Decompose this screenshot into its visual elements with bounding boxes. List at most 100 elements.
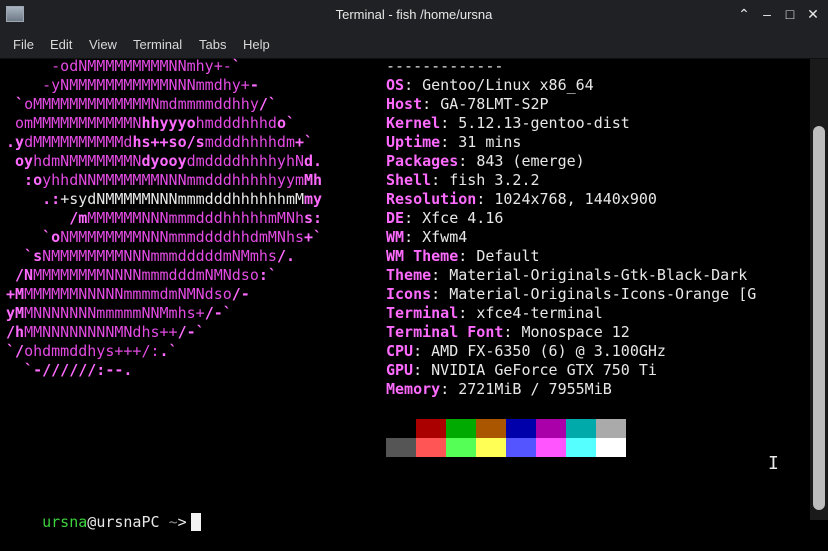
logo-text: hs++so/s (132, 133, 205, 151)
mouse-ibeam-icon: 𝙸 (768, 453, 779, 474)
info-row: GPU: NVIDIA GeForce GTX 750 Ti (386, 361, 657, 379)
info-row: Packages: 843 (emerge) (386, 152, 585, 170)
logo-text: - (249, 76, 259, 94)
menu-terminal[interactable]: Terminal (133, 37, 182, 52)
maximize-icon: □ (785, 6, 795, 22)
menu-help[interactable]: Help (243, 37, 270, 52)
info-row: Resolution: 1024x768, 1440x900 (386, 190, 657, 208)
logo-text: Mh (304, 171, 323, 189)
minimize-button[interactable]: ⌃ (735, 5, 753, 23)
info-label: CPU (386, 342, 414, 360)
info-value: Material-Originals-Icons-Orange [G (449, 285, 757, 303)
logo-line: .:+sydNMMMMMNNNmmmdddhhhhhhmMmy (6, 190, 322, 209)
info-row: Host: GA-78LMT-S2P (386, 95, 549, 113)
logo-text: my (304, 190, 323, 208)
menu-file[interactable]: File (13, 37, 34, 52)
palette-swatch (536, 419, 566, 438)
logo-text: MMNNNNNNNNMNdhs++ (24, 323, 178, 341)
logo-text: NMMMMMMMMNNNmmmdddddmNMmhs (42, 247, 277, 265)
logo-line: .ydMMMMMMMMMMdhs++so/smdddhhhhdm+` (6, 133, 313, 152)
info-value: 31 mins (458, 133, 522, 151)
info-value: xfce4-terminal (476, 304, 603, 322)
logo-text: /m (6, 209, 88, 227)
logo-line: oyhdmNMMMMMMMNdyooydmddddhhhhyhNd. (6, 152, 322, 171)
logo-text: ` (231, 57, 241, 75)
logo-line: `sNMMMMMMMMNNNmmmdddddmNMmhs/. (6, 247, 295, 266)
logo-line: /mMMMMMMNNNmmmdddhhhhhmMNhs: (6, 209, 322, 228)
logo-text: dMMMMMMMMMMd (24, 133, 133, 151)
logo-text: /` (258, 95, 277, 113)
info-value: Xfwm4 (422, 228, 468, 246)
info-value: NVIDIA GeForce GTX 750 Ti (431, 361, 657, 379)
logo-text: .: (6, 190, 61, 208)
chevron-up-icon: ⌃ (738, 6, 750, 22)
palette-swatch (476, 438, 506, 457)
info-label: DE (386, 209, 405, 227)
minimize-icon: – (763, 6, 771, 22)
info-value: AMD FX-6350 (6) @ 3.100GHz (431, 342, 666, 360)
palette-swatch (596, 438, 626, 457)
logo-line: +MMMMMMMNNNNNmmmmdmNMNdso/- (6, 285, 250, 304)
info-label: Uptime (386, 133, 441, 151)
prompt-arrow: > (177, 513, 187, 531)
logo-text: mdddhhhhdm (204, 133, 295, 151)
logo-text: `o (6, 228, 61, 246)
logo-line: `oMMMMMMMMMMMMMNmdmmmmddhhy/` (6, 95, 277, 114)
info-row: Icons: Material-Originals-Icons-Orange [… (386, 285, 757, 303)
logo-line: `-//////:--. (6, 361, 132, 380)
info-row: Terminal: xfce4-terminal (386, 304, 603, 322)
info-label: Kernel (386, 114, 441, 132)
info-value: Default (476, 247, 540, 265)
logo-text: /-` (204, 304, 232, 322)
info-label: WM Theme (386, 247, 459, 265)
logo-text: s: (304, 209, 323, 227)
info-row: Theme: Material-Originals-Gtk-Black-Dark (386, 266, 748, 284)
palette-swatch (446, 419, 476, 438)
info-value: 843 (emerge) (476, 152, 585, 170)
menu-view[interactable]: View (89, 37, 117, 52)
text-cursor (190, 513, 201, 531)
title-bar[interactable]: Terminal - fish /home/ursna ⌃ – □ ✕ (0, 0, 828, 30)
palette-swatch (386, 419, 416, 438)
logo-text: hmdddhhhd (195, 114, 277, 132)
logo-text: hhyyyo (141, 114, 196, 132)
palette-swatch (386, 438, 416, 457)
scrollbar-thumb[interactable] (813, 126, 825, 510)
logo-line: :oyhhdNNMMMMMMMNNNmmdddhhhhhyymMh (6, 171, 322, 190)
logo-text: MMMMMMNNNmmmdddhhhhhmMNh (87, 209, 305, 227)
shell-prompt[interactable]: ursna@ursnaPC ~> (6, 494, 201, 551)
info-row: WM Theme: Default (386, 247, 540, 265)
palette-swatch (596, 419, 626, 438)
info-row: Memory: 2721MiB / 7955MiB (386, 380, 612, 398)
minimize-window-button[interactable]: – (758, 5, 776, 23)
logo-text: MMMMMMMMNNNNmmmdddmNMNdso (33, 266, 259, 284)
info-value: Gentoo/Linux x86_64 (422, 76, 594, 94)
maximize-button[interactable]: □ (781, 5, 799, 23)
info-value: Material-Originals-Gtk-Black-Dark (449, 266, 748, 284)
info-row: Terminal Font: Monospace 12 (386, 323, 630, 341)
logo-text: +` (304, 228, 323, 246)
menu-edit[interactable]: Edit (50, 37, 72, 52)
prompt-user: ursna (42, 513, 88, 531)
logo-text: o` (276, 114, 295, 132)
info-row: Kernel: 5.12.13-gentoo-dist (386, 114, 630, 132)
palette-swatch (506, 438, 536, 457)
info-label: Shell (386, 171, 432, 189)
logo-text: /- (231, 285, 250, 303)
info-label: OS (386, 76, 405, 94)
menu-tabs[interactable]: Tabs (199, 37, 226, 52)
logo-line: /NMMMMMMMMNNNNmmmdddmNMNdso:` (6, 266, 277, 285)
palette-swatch (566, 419, 596, 438)
logo-text: .` (159, 342, 178, 360)
info-value: GA-78LMT-S2P (440, 95, 549, 113)
info-value: 2721MiB / 7955MiB (458, 380, 612, 398)
logo-text: `s (6, 247, 43, 265)
logo-text: :` (258, 266, 277, 284)
close-button[interactable]: ✕ (804, 5, 822, 23)
logo-text: yhhdNNMMMMMMMNNNmmdddhhhhhyym (42, 171, 305, 189)
logo-text: oy (6, 152, 34, 170)
logo-text: ` (6, 95, 25, 113)
logo-text: `-//////:--. (6, 361, 133, 379)
menu-bar: File Edit View Terminal Tabs Help (0, 30, 828, 59)
palette-swatch (506, 419, 536, 438)
